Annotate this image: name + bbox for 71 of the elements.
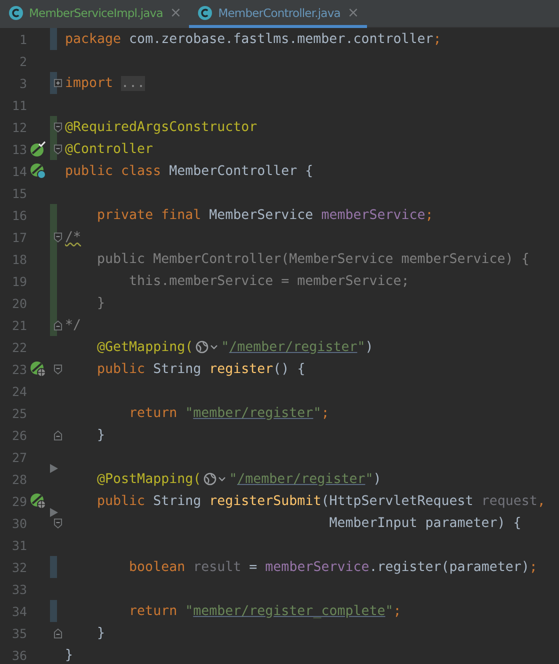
- code-text: this.memberService = memberService;: [129, 274, 410, 288]
- line-number: 14: [10, 164, 27, 178]
- line-number: 3: [18, 76, 27, 90]
- class-file-icon: [8, 4, 24, 20]
- line-number: 36: [10, 648, 27, 662]
- fold-icon[interactable]: [54, 232, 62, 242]
- code-text: public MemberController(MemberService memberService) {: [97, 252, 530, 266]
- code-text: import ...: [65, 76, 146, 90]
- code-text: @RequiredArgsConstructor: [65, 120, 258, 134]
- code-text: package com.zerobase.fastlms.member.controller;: [65, 32, 442, 46]
- line-number: 29: [10, 494, 27, 508]
- line-number: 31: [10, 538, 27, 552]
- code-text: @GetMapping(: [97, 340, 194, 354]
- fold-icon[interactable]: [54, 628, 62, 638]
- line-number: 32: [10, 560, 27, 574]
- unfold-icon[interactable]: [54, 78, 62, 88]
- code-text: MemberInput parameter) {: [329, 516, 522, 530]
- fold-icon[interactable]: [54, 122, 62, 132]
- code-text: @Controller: [65, 142, 154, 156]
- code-text: }: [97, 428, 106, 442]
- line-number: 35: [10, 626, 27, 640]
- line-number: 23: [10, 362, 27, 376]
- code-text: public String registerSubmit(HttpServletRequest request,: [97, 494, 546, 508]
- code-text: public class MemberController {: [65, 164, 314, 178]
- line-number: 33: [10, 582, 27, 596]
- bean-globe-icon[interactable]: [30, 361, 46, 377]
- line-number: 2: [18, 54, 27, 68]
- line-number: 11: [10, 98, 27, 112]
- line-number: 26: [10, 428, 27, 442]
- fold-icon[interactable]: [54, 430, 62, 440]
- code-text: public String register() {: [97, 362, 306, 376]
- line-number: 22: [10, 340, 27, 354]
- line-number: 28: [10, 472, 27, 486]
- class-file-icon: [197, 4, 214, 20]
- code-text: "/member/register"): [221, 340, 374, 354]
- code-text: private final MemberService memberService;: [97, 208, 434, 222]
- line-number: 17: [10, 230, 27, 244]
- line-number: 20: [10, 296, 27, 310]
- code-text: }: [65, 648, 74, 662]
- line-number: 13: [10, 142, 27, 156]
- line-number: 34: [10, 604, 27, 618]
- line-number: 18: [10, 252, 27, 266]
- bean-badge-icon[interactable]: [30, 163, 46, 179]
- line-number: 19: [10, 274, 27, 288]
- code-text: boolean result = memberService.register(parameter);: [129, 560, 538, 574]
- line-number: 16: [10, 208, 27, 222]
- globe-icon: [194, 339, 220, 355]
- line-number: 15: [10, 186, 27, 200]
- line-number: 25: [10, 406, 27, 420]
- line-number: 21: [10, 318, 27, 332]
- code-text: @PostMapping(: [97, 472, 202, 486]
- globe-icon: [202, 471, 228, 487]
- fold-icon[interactable]: [54, 364, 62, 374]
- code-text: return "member/register";: [129, 406, 330, 420]
- line-number: 24: [10, 384, 27, 398]
- close-button[interactable]: ×: [347, 4, 359, 20]
- bean-check-icon[interactable]: [30, 141, 46, 157]
- bean-globe-icon[interactable]: [30, 493, 46, 509]
- line-number: 1: [18, 32, 27, 46]
- code-text: "/member/register"): [229, 472, 382, 486]
- code-text: /*: [65, 230, 82, 244]
- code-text: }: [97, 626, 106, 640]
- fold-icon[interactable]: [54, 144, 62, 154]
- line-number: 27: [10, 450, 27, 464]
- line-number: 30: [10, 516, 27, 530]
- code-text: */: [65, 318, 82, 332]
- code-text: }: [97, 296, 106, 310]
- fold-icon[interactable]: [54, 518, 62, 528]
- code-text: return "member/register_complete";: [129, 604, 402, 618]
- line-number: 12: [10, 120, 27, 134]
- close-button[interactable]: ×: [170, 4, 182, 20]
